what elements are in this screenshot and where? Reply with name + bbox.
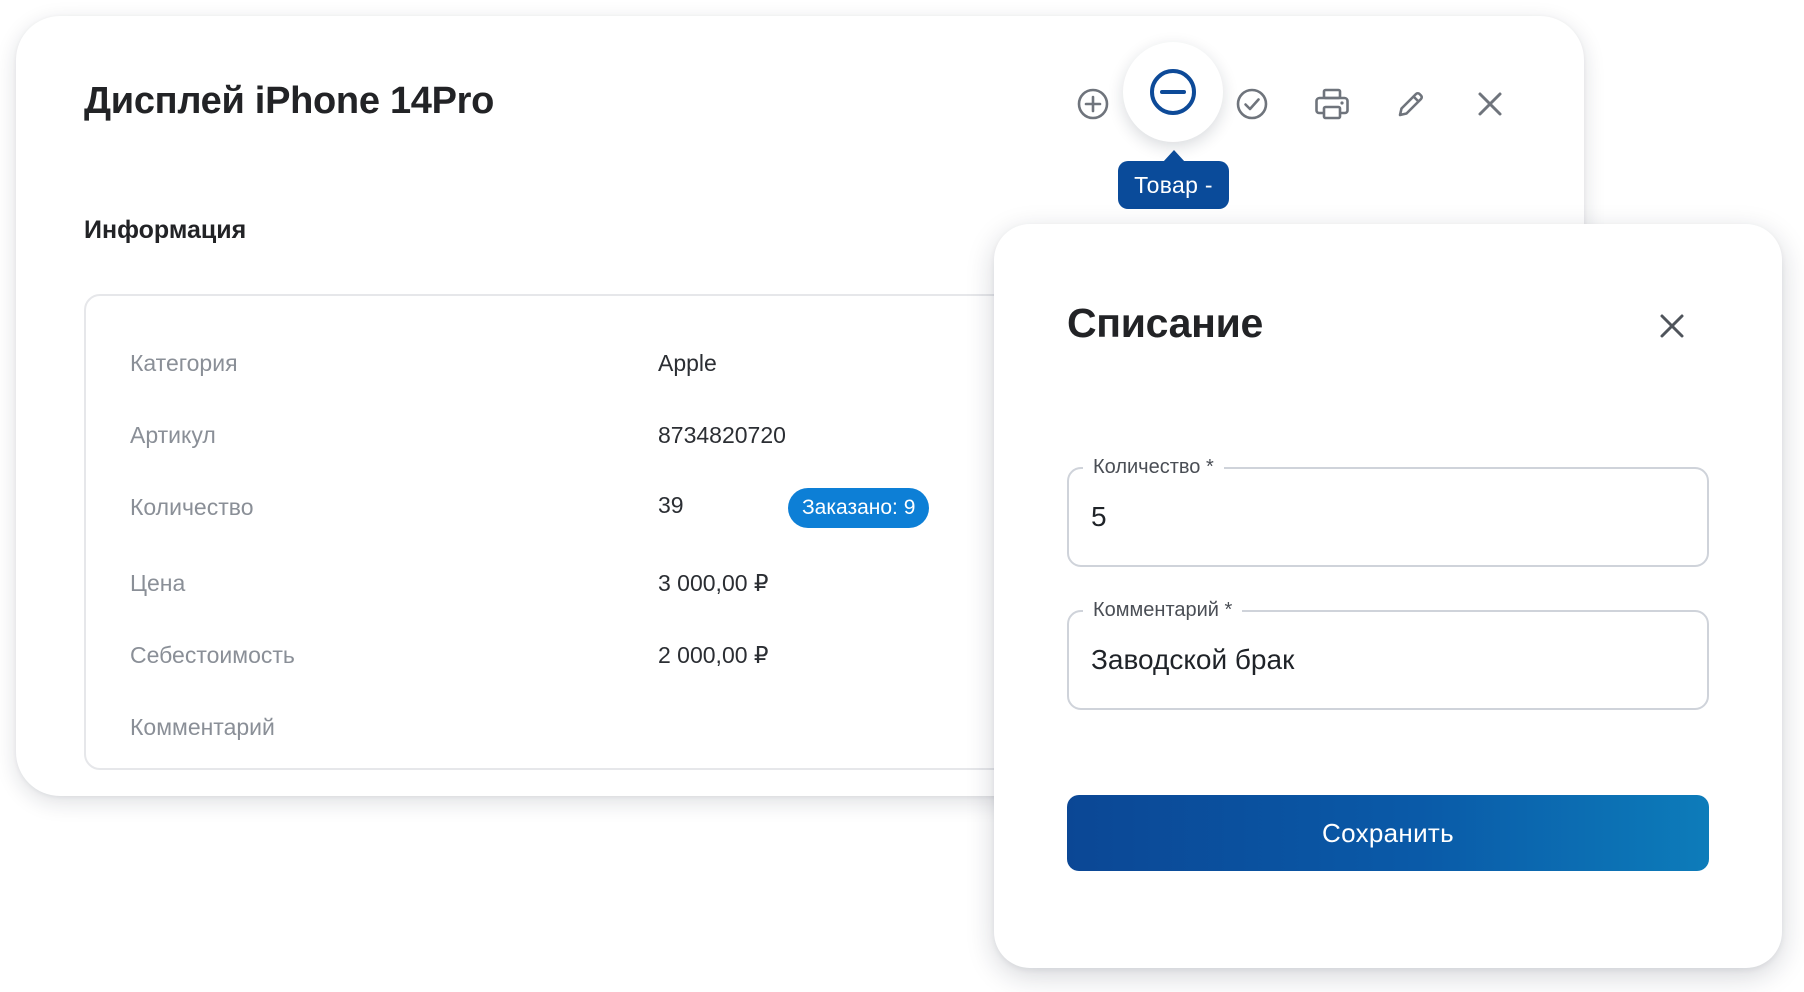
modal-title: Списание (1067, 300, 1264, 346)
printer-icon[interactable] (1307, 79, 1357, 129)
comment-input[interactable] (1091, 640, 1681, 680)
plus-circle-icon[interactable] (1068, 79, 1118, 129)
modal-close-button[interactable] (1652, 306, 1692, 346)
close-icon (1660, 314, 1684, 338)
save-button[interactable]: Сохранить (1067, 795, 1709, 871)
info-value-quantity: 39 (658, 492, 684, 518)
info-value-cost: 2 000,00 ₽ (658, 642, 769, 668)
ordered-badge: Заказано: 9 (788, 488, 930, 528)
product-title: Дисплей iPhone 14Pro (84, 80, 495, 122)
info-value-sku: 8734820720 (658, 422, 786, 448)
quantity-field-label: Количество * (1083, 455, 1224, 479)
minus-circle-icon (1150, 69, 1196, 115)
info-section-heading: Информация (84, 216, 247, 244)
pencil-icon[interactable] (1386, 79, 1436, 129)
write-off-modal: Списание Количество * Комментарий * Сохр… (994, 224, 1782, 968)
check-circle-icon[interactable] (1227, 79, 1277, 129)
comment-field-label: Комментарий * (1083, 598, 1243, 622)
info-label-category: Категория (130, 350, 238, 376)
quantity-field: Количество * (1067, 455, 1709, 567)
info-value-price: 3 000,00 ₽ (658, 570, 769, 596)
comment-field: Комментарий * (1067, 598, 1709, 710)
write-off-button[interactable] (1123, 42, 1223, 142)
info-label-comment: Комментарий (130, 714, 275, 740)
info-label-sku: Артикул (130, 422, 216, 448)
info-table: Категория Apple Артикул 8734820720 Колич… (84, 294, 1094, 770)
info-label-quantity: Количество (130, 494, 254, 520)
quantity-input[interactable] (1091, 497, 1681, 537)
tooltip: Товар - (1118, 161, 1229, 209)
close-icon[interactable] (1465, 79, 1515, 129)
info-label-price: Цена (130, 570, 186, 596)
info-value-category: Apple (658, 350, 717, 376)
info-label-cost: Себестоимость (130, 642, 295, 668)
